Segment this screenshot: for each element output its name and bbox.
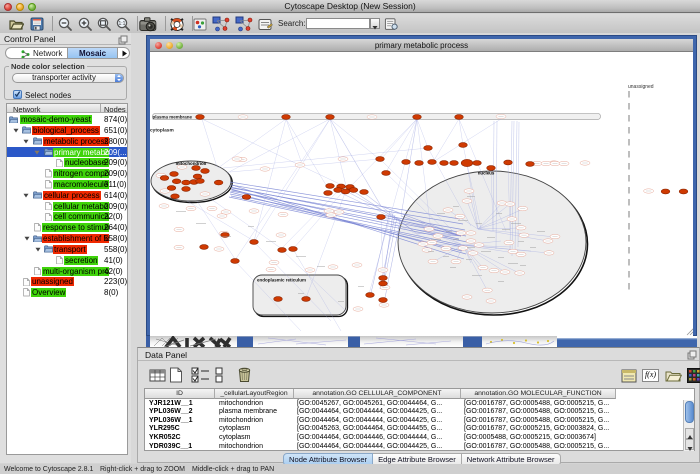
- svg-text:unassigned: unassigned: [628, 84, 654, 90]
- svg-text:1:1: 1:1: [119, 21, 126, 27]
- svg-text:plasma membrane: plasma membrane: [153, 115, 193, 120]
- svg-text:nucleus: nucleus: [478, 171, 495, 176]
- svg-text:mitochondrion: mitochondrion: [176, 161, 207, 166]
- svg-text:cytoplasm: cytoplasm: [150, 128, 174, 134]
- svg-text:endoplasmic reticulum: endoplasmic reticulum: [257, 278, 306, 283]
